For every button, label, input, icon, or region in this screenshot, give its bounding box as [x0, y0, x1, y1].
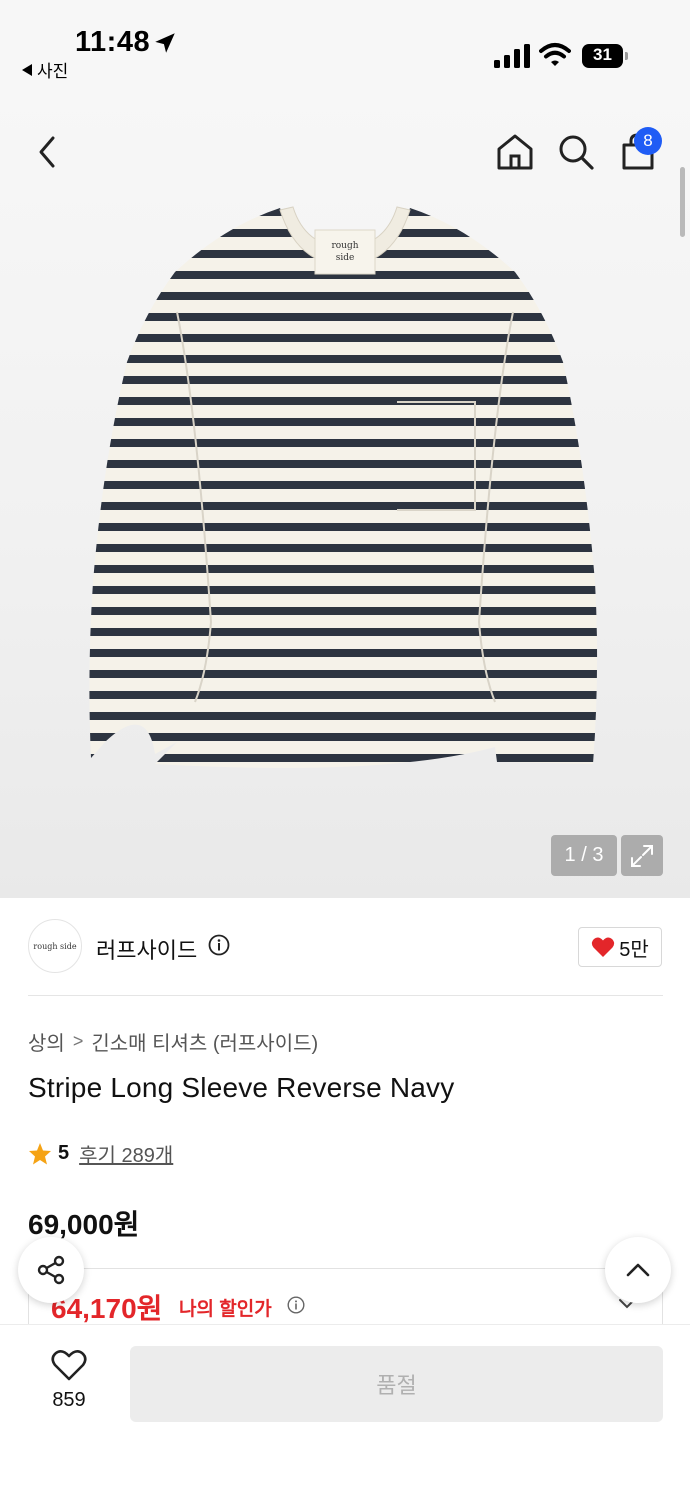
expand-icon — [631, 844, 653, 867]
product-gallery[interactable]: 8 rough side 1 / 3 — [0, 92, 690, 898]
cellular-signal-icon — [494, 44, 530, 68]
garment-label-line2: side — [336, 253, 355, 263]
breadcrumb-subcategory[interactable]: 긴소매 티셔츠 (러프사이드) — [91, 1027, 318, 1056]
star-icon — [29, 1143, 51, 1165]
scroll-to-top-button[interactable] — [605, 1237, 671, 1303]
heart-outline-icon — [51, 1350, 87, 1381]
garment-label-line1: rough — [331, 241, 358, 251]
chevron-right-icon: > — [72, 1031, 84, 1051]
home-button[interactable] — [493, 130, 537, 174]
wishlist-button[interactable]: 859 — [36, 1349, 102, 1435]
product-image: rough side — [89, 206, 598, 768]
breadcrumb: 상의 > 긴소매 티셔츠 (러프사이드) — [28, 1027, 318, 1056]
bottom-action-bar: 859 품절 — [0, 1324, 690, 1500]
rating-row: 5 후기 289개 — [28, 1139, 173, 1168]
back-arrow-icon — [39, 136, 55, 168]
battery-level: 31 — [593, 45, 612, 64]
expand-image-button[interactable] — [621, 835, 663, 876]
divider — [28, 995, 663, 996]
sold-out-button[interactable]: 품절 — [130, 1346, 663, 1422]
product-title: Stripe Long Sleeve Reverse Navy — [28, 1072, 455, 1103]
battery-indicator: 31 — [582, 44, 628, 68]
search-button[interactable] — [554, 130, 598, 174]
home-icon — [497, 134, 533, 170]
breadcrumb-category[interactable]: 상의 — [28, 1027, 65, 1056]
battery-tip — [625, 52, 628, 60]
review-count-link[interactable]: 후기 289개 — [79, 1139, 173, 1168]
info-icon[interactable] — [287, 1296, 305, 1314]
image-counter: 1 / 3 — [551, 835, 617, 876]
rating-score: 5 — [58, 1142, 70, 1164]
discount-label: 나의 할인가 — [179, 1299, 272, 1320]
chevron-up-icon — [626, 1263, 650, 1277]
share-icon — [37, 1255, 65, 1285]
wifi-icon — [539, 43, 571, 66]
back-app-label: 사진 — [37, 62, 69, 81]
brand-like-button[interactable]: 5만 — [578, 927, 662, 967]
cart-count-badge: 8 — [634, 127, 662, 155]
discount-price-box[interactable]: 64,170원 나의 할인가 — [28, 1268, 663, 1328]
brand-like-count: 5만 — [619, 938, 649, 961]
share-button[interactable] — [18, 1237, 84, 1303]
brand-logo[interactable]: rough side — [28, 919, 82, 973]
heart-filled-icon — [592, 937, 615, 957]
search-icon — [559, 135, 594, 170]
wishlist-count: 859 — [52, 1389, 86, 1411]
status-bar: 11:48 사진 31 — [0, 0, 690, 92]
location-arrow-icon — [155, 33, 175, 53]
back-triangle-icon — [22, 63, 32, 76]
brand-name[interactable]: 러프사이드 — [96, 933, 197, 965]
back-to-app-link[interactable]: 사진 — [22, 57, 68, 82]
info-icon[interactable] — [208, 934, 230, 956]
status-time: 11:48 — [75, 26, 151, 58]
back-button[interactable] — [26, 130, 70, 174]
scrollbar[interactable] — [680, 167, 685, 237]
brand-row[interactable]: rough side 러프사이드 5만 — [28, 919, 663, 975]
